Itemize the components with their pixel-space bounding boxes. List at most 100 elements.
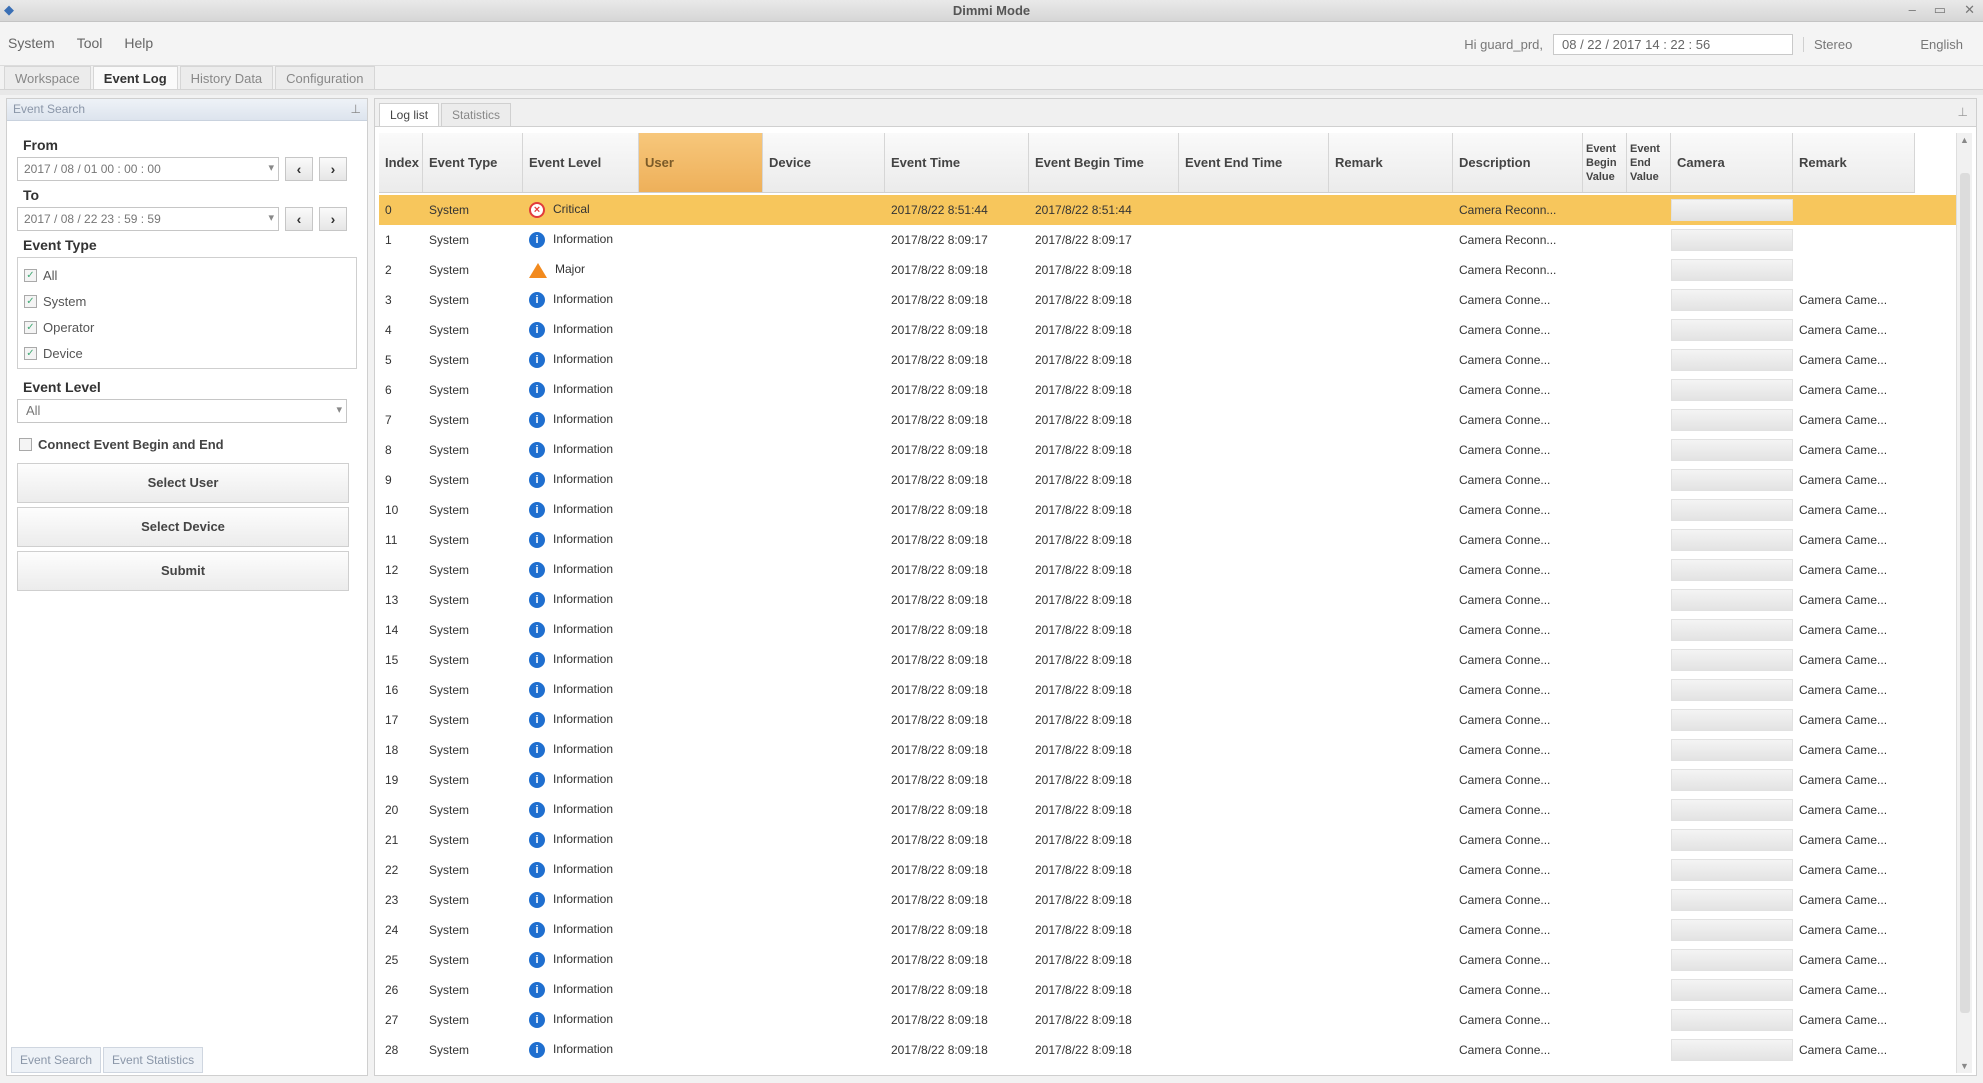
minimize-icon[interactable]: – [1909,2,1916,18]
table-row[interactable]: 25 System i Information 2017/8/22 8:09:18 201… [379,945,1959,975]
checkbox-checked-icon[interactable]: ✓ [24,294,37,308]
table-row[interactable]: 10 System i Information 2017/8/22 8:09:18 201… [379,495,1959,525]
table-row[interactable]: 13 System i Information 2017/8/22 8:09:18 201… [379,585,1959,615]
col-event-level[interactable]: Event Level [523,133,639,192]
info-icon: i [529,682,545,698]
table-row[interactable]: 0 System × Critical 2017/8/22 8:51:44 2017/8/… [379,195,1959,225]
event-type-operator[interactable]: ✓ Operator [24,314,350,340]
table-row[interactable]: 6 System i Information 2017/8/22 8:09:18 2017… [379,375,1959,405]
table-row[interactable]: 12 System i Information 2017/8/22 8:09:18 201… [379,555,1959,585]
table-row[interactable]: 18 System i Information 2017/8/22 8:09:18 201… [379,735,1959,765]
col-event-begin-value[interactable]: Event Begin Value [1583,133,1627,192]
scroll-down-icon[interactable]: ▼ [1960,1061,1969,1071]
dropdown-arrow-icon[interactable]: ▾ [336,403,342,416]
to-next-button[interactable]: › [319,207,347,231]
table-row[interactable]: 22 System i Information 2017/8/22 8:09:18 201… [379,855,1959,885]
tab-workspace[interactable]: Workspace [4,66,91,90]
language-selector[interactable]: Stereo English [1803,37,1963,52]
menu-system[interactable]: System [8,35,55,51]
event-level-select[interactable]: All ▾ [17,399,347,423]
tab-history-data[interactable]: History Data [179,66,274,90]
col-remark-2[interactable]: Remark [1793,133,1915,192]
event-level-text: Information [553,772,614,787]
table-row[interactable]: 5 System i Information 2017/8/22 8:09:18 2017… [379,345,1959,375]
cell-description: Camera Conne... [1459,293,1551,307]
tab-event-log[interactable]: Event Log [92,66,178,90]
checkbox-icon[interactable] [19,437,32,451]
to-prev-button[interactable]: ‹ [285,207,313,231]
table-row[interactable]: 27 System i Information 2017/8/22 8:09:18 201… [379,1005,1959,1035]
tab-statistics[interactable]: Statistics [441,103,512,126]
info-icon: i [529,442,545,458]
cell-camera [1671,949,1793,971]
table-row[interactable]: 2 System Major 2017/8/22 8:09:18 2017/8/22 8… [379,255,1959,285]
connect-begin-end-checkbox[interactable]: Connect Event Begin and End [19,431,357,457]
checkbox-checked-icon[interactable]: ✓ [24,268,37,282]
tab-log-list[interactable]: Log list [379,103,440,126]
col-event-begin-time[interactable]: Event Begin Time [1029,133,1179,192]
pin-icon[interactable]: ⊥ [351,102,361,116]
select-device-button[interactable]: Select Device [17,507,349,547]
table-row[interactable]: 23 System i Information 2017/8/22 8:09:18 201… [379,885,1959,915]
tab-event-search[interactable]: Event Search [11,1047,102,1073]
col-remark[interactable]: Remark [1329,133,1453,192]
table-row[interactable]: 28 System i Information 2017/8/22 8:09:18 201… [379,1035,1959,1065]
panel-bottom-tabs: Event Search Event Statistics [11,1047,204,1073]
col-event-end-time[interactable]: Event End Time [1179,133,1329,192]
table-row[interactable]: 16 System i Information 2017/8/22 8:09:18 201… [379,675,1959,705]
col-index[interactable]: Index [379,133,423,192]
select-user-button[interactable]: Select User [17,463,349,503]
tab-configuration[interactable]: Configuration [275,66,375,90]
checkbox-checked-icon[interactable]: ✓ [24,320,37,334]
col-user[interactable]: User [639,133,763,192]
checkbox-checked-icon[interactable]: ✓ [24,346,37,360]
menu-tool[interactable]: Tool [77,35,103,51]
table-row[interactable]: 20 System i Information 2017/8/22 8:09:18 201… [379,795,1959,825]
table-row[interactable]: 4 System i Information 2017/8/22 8:09:18 2017… [379,315,1959,345]
pin-icon[interactable]: ⊥ [1958,105,1968,119]
event-type-device[interactable]: ✓ Device [24,340,350,366]
table-row[interactable]: 1 System i Information 2017/8/22 8:09:17 2017… [379,225,1959,255]
table-row[interactable]: 17 System i Information 2017/8/22 8:09:18 201… [379,705,1959,735]
from-datetime-input[interactable]: 2017 / 08 / 01 00 : 00 : 00 ▾ [17,157,279,181]
tab-event-statistics[interactable]: Event Statistics [103,1047,204,1073]
cell-description: Camera Conne... [1459,443,1551,457]
from-prev-button[interactable]: ‹ [285,157,313,181]
col-event-end-value[interactable]: Event End Value [1627,133,1671,192]
scroll-up-icon[interactable]: ▲ [1960,135,1969,145]
cell-event-level: Major [523,262,639,278]
info-icon: i [529,592,545,608]
col-device[interactable]: Device [763,133,885,192]
table-row[interactable]: 24 System i Information 2017/8/22 8:09:18 201… [379,915,1959,945]
menu-help[interactable]: Help [124,35,153,51]
vertical-scrollbar[interactable]: ▲ ▼ [1956,133,1972,1073]
cell-event-type: System [429,263,470,277]
event-type-all[interactable]: ✓ All [24,262,350,288]
table-row[interactable]: 26 System i Information 2017/8/22 8:09:18 201… [379,975,1959,1005]
scroll-thumb[interactable] [1960,173,1970,1013]
from-next-button[interactable]: › [319,157,347,181]
table-row[interactable]: 8 System i Information 2017/8/22 8:09:18 2017… [379,435,1959,465]
event-level-text: Information [553,802,614,817]
submit-button[interactable]: Submit [17,551,349,591]
table-row[interactable]: 21 System i Information 2017/8/22 8:09:18 201… [379,825,1959,855]
dropdown-arrow-icon[interactable]: ▾ [268,161,274,174]
col-description[interactable]: Description [1453,133,1583,192]
event-type-system[interactable]: ✓ System [24,288,350,314]
cell-event-begin-time: 2017/8/22 8:09:18 [1035,893,1132,907]
dropdown-arrow-icon[interactable]: ▾ [268,211,274,224]
col-event-time[interactable]: Event Time [885,133,1029,192]
table-row[interactable]: 15 System i Information 2017/8/22 8:09:18 201… [379,645,1959,675]
table-row[interactable]: 9 System i Information 2017/8/22 8:09:18 2017… [379,465,1959,495]
to-datetime-input[interactable]: 2017 / 08 / 22 23 : 59 : 59 ▾ [17,207,279,231]
col-camera[interactable]: Camera [1671,133,1793,192]
maximize-icon[interactable]: ▭ [1934,2,1946,18]
col-event-type[interactable]: Event Type [423,133,523,192]
table-row[interactable]: 11 System i Information 2017/8/22 8:09:18 201… [379,525,1959,555]
table-row[interactable]: 19 System i Information 2017/8/22 8:09:18 201… [379,765,1959,795]
table-row[interactable]: 7 System i Information 2017/8/22 8:09:18 2017… [379,405,1959,435]
table-row[interactable]: 3 System i Information 2017/8/22 8:09:18 2017… [379,285,1959,315]
cell-event-begin-time: 2017/8/22 8:09:18 [1035,443,1132,457]
table-row[interactable]: 14 System i Information 2017/8/22 8:09:18 201… [379,615,1959,645]
close-icon[interactable]: ✕ [1964,2,1975,18]
